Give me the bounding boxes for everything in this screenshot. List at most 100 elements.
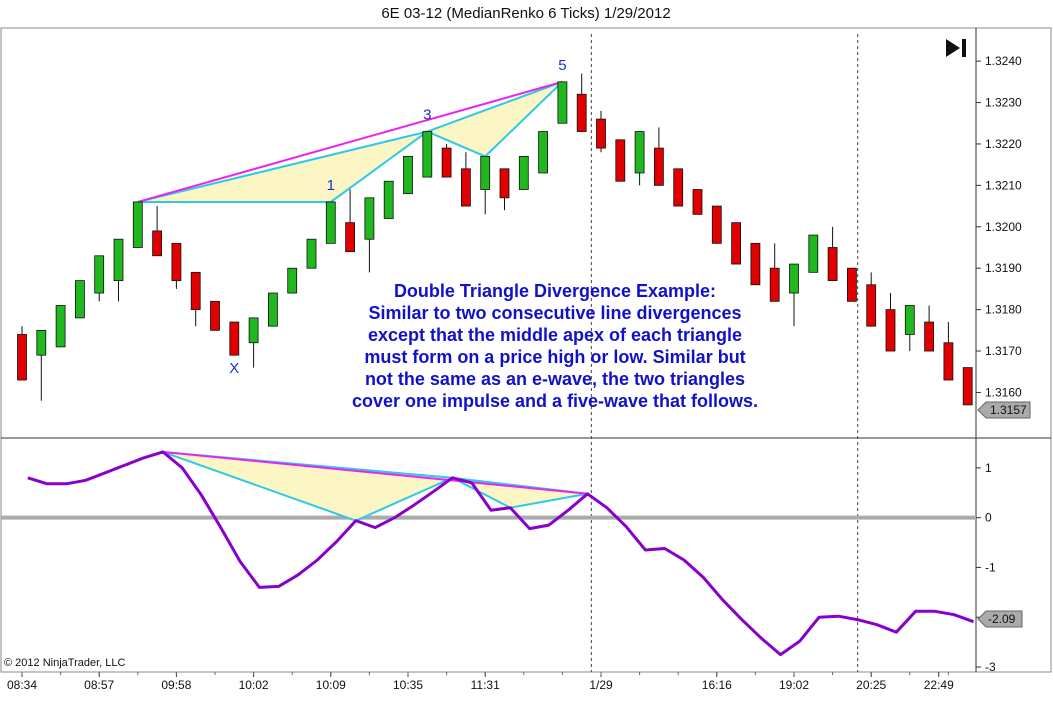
candle [267,292,278,327]
candle-body [576,93,587,132]
time-axis-label: 08:57 [84,678,114,692]
candle [576,73,587,132]
candle-body [94,255,105,294]
skip-to-end-bar [962,39,966,57]
price-axis-label: 1.3170 [985,344,1022,358]
candle-body [152,230,163,257]
oscillator-panel-frame [0,437,1052,673]
annotation-line-4: must form on a price high or low. Simila… [364,347,745,367]
candle-body [943,342,954,381]
candle [924,305,934,352]
oscillator-y-axis: -3-2-101 [976,461,996,674]
wave-label-x: X [229,360,239,377]
candle-body [480,155,491,190]
candle [731,222,741,265]
candle [306,238,317,269]
price-axis-label: 1.3230 [985,96,1022,110]
candle-body [596,118,606,149]
chart-canvas: 6E 03-12 (MedianRenko 6 Ticks) 1/29/2012… [0,5,1052,692]
candle [711,205,722,244]
price-axis-label: 1.3220 [985,137,1022,151]
candle-body [422,131,433,178]
candle-body [711,205,722,244]
last-price-value: 1.3157 [990,403,1027,417]
candle [171,242,182,289]
candle-body [808,234,819,273]
oscillator-last-value: -2.09 [988,612,1016,626]
candle-body [654,147,664,186]
time-axis-label: 16:16 [702,678,732,692]
time-axis-label: 10:09 [316,678,346,692]
skip-to-end-icon[interactable] [946,39,966,57]
candle-body [325,201,336,244]
annotation-line-5: not the same as an e-wave, the two trian… [365,369,745,389]
candle [750,242,761,286]
candle-body [731,222,741,265]
candle [654,127,664,186]
candle [596,110,606,153]
candle [17,326,27,381]
candle-body [75,280,85,319]
candle [75,280,85,319]
candle-body [769,267,780,302]
candle-body [345,222,356,253]
candle-body [885,309,896,352]
candle-body [248,317,259,344]
candle [847,267,857,302]
candle-body [557,81,568,124]
candle-body [673,168,684,207]
candle [808,234,819,273]
candle-body [692,189,703,215]
price-axis-label: 1.3210 [985,178,1022,192]
candle [345,189,356,253]
candle [673,168,684,207]
candle [441,143,452,178]
wave-label-3: 3 [423,107,431,124]
price-axis-label: 1.3160 [985,385,1022,399]
candle-body [499,168,510,199]
time-axis-label: 20:25 [856,678,886,692]
candle [692,189,703,215]
candle-body [750,242,761,286]
candle [538,131,548,174]
candle [364,197,375,273]
time-axis-label: 1/29 [589,678,613,692]
candle [152,206,163,257]
annotation-line-6: cover one impulse and a five-wave that f… [352,391,758,411]
candle-body [866,284,877,327]
candle-body [17,334,27,381]
candle-body [827,247,838,282]
annotation-line-1: Double Triangle Divergence Example: [394,281,716,301]
time-axis-label: 08:34 [7,678,37,692]
candle [499,168,510,211]
candle-body [306,238,317,269]
price-axis-label: 1.3200 [985,220,1022,234]
price-axis-label: 1.3190 [985,261,1022,275]
candle [190,271,201,327]
time-axis-label: 11:31 [471,678,500,692]
candle [210,300,220,331]
candle-body [904,305,915,335]
price-y-axis: 1.3160 1.3170 1.3180 1.3190 1.3200 1.3210 1.32… [976,54,1022,399]
annotation-line-2: Similar to two consecutive line divergen… [368,303,741,323]
candle-body [538,131,548,174]
candle-body [55,305,66,348]
last-price-badge: 1.3157 [977,401,1031,419]
time-axis-label: 09:58 [161,678,191,692]
candle [943,322,954,381]
candle-body [267,292,278,327]
candle [383,180,394,219]
candle [789,263,799,327]
candle [557,81,568,124]
candle [866,272,877,327]
oscillator-last-value-badge: -2.09 [977,610,1023,628]
candle-body [113,238,124,282]
candle [94,255,105,302]
candle-body [383,180,394,219]
price-axis-label: 1.3240 [985,54,1022,68]
candle-body [847,267,857,302]
candle [132,201,143,248]
candle [634,131,645,186]
time-axis-label: 10:02 [239,678,269,692]
oscillator-line [27,450,975,657]
